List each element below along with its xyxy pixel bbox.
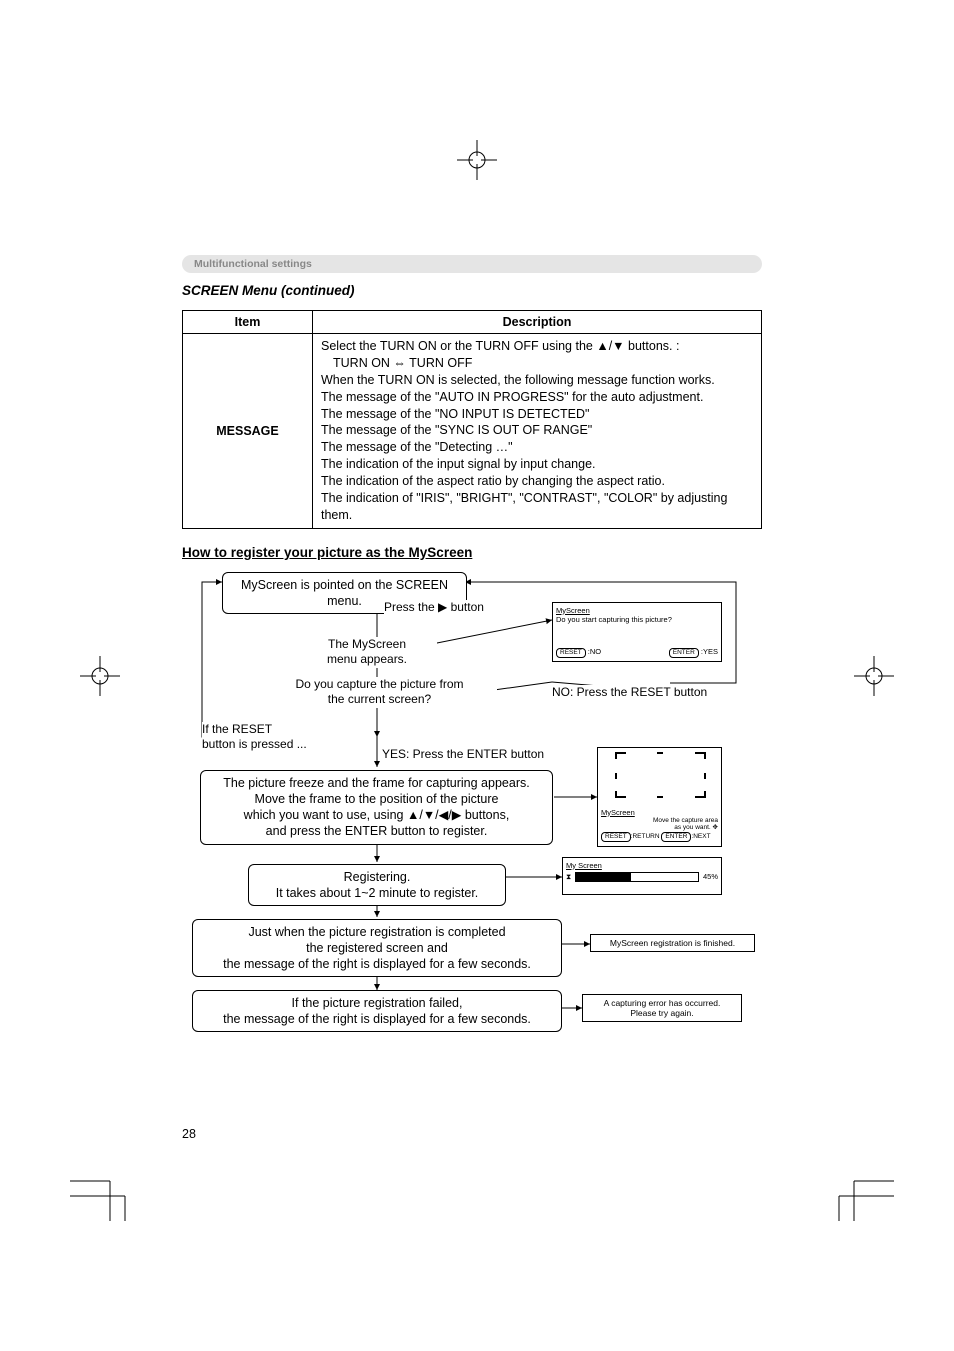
label-capture-question: Do you capture the picture from the curr… — [262, 677, 497, 708]
b4b: the registered screen and — [306, 941, 448, 955]
crop-mark-right — [854, 656, 894, 696]
ui1-title: MyScreen — [556, 606, 718, 615]
capture-frame-icon — [601, 751, 720, 806]
label-no-reset: NO: Press the RESET button — [552, 685, 707, 701]
label-if-reset: If the RESET button is pressed ... — [202, 722, 307, 753]
page-content: Multifunctional settings SCREEN Menu (co… — [182, 255, 762, 1057]
ui-dialog-finished: MyScreen registration is finished. — [590, 934, 755, 952]
label-yes-enter: YES: Press the ENTER button — [382, 747, 544, 763]
ui5b: Please try again. — [630, 1008, 693, 1018]
ui1-line: Do you start capturing this picture? — [556, 615, 718, 624]
page-number: 28 — [182, 1127, 196, 1141]
b4c: the message of the right is displayed fo… — [223, 957, 531, 971]
reset-btn-icon: RESET — [556, 648, 586, 658]
section-title: How to register your picture as the MySc… — [182, 545, 762, 560]
section-header: Multifunctional settings — [182, 255, 762, 273]
desc-1a: Select the TURN ON or the TURN OFF using… — [321, 339, 596, 353]
ui3-title: My Screen — [566, 861, 718, 870]
desc-10: The indication of "IRIS", "BRIGHT", "CON… — [321, 491, 727, 522]
settings-table: Item Description MESSAGE Select the TURN… — [182, 310, 762, 529]
progress-bar — [575, 872, 699, 882]
b2c-a: which you want to use, using — [244, 808, 407, 822]
label-myscreen-menu: The MyScreen menu appears. — [297, 637, 437, 668]
up-down-icon: ▲/▼ — [596, 339, 624, 353]
l-cap1: Do you capture the picture from — [295, 677, 463, 691]
desc-4: The message of the "AUTO IN PROGRESS" fo… — [321, 390, 703, 404]
enter-btn-icon2: ENTER — [661, 832, 691, 842]
label-press-right: Press the ▶ button — [384, 600, 484, 616]
crop-mark-left — [80, 656, 120, 696]
b2c-b: buttons, — [461, 808, 509, 822]
desc-7: The message of the "Detecting …" — [321, 440, 513, 454]
desc-2: TURN ON ⇔ TURN OFF — [321, 355, 753, 372]
b4a: Just when the picture registration is co… — [248, 925, 505, 939]
ui3-pct: 45% — [703, 872, 718, 881]
ui2-title: MyScreen — [601, 808, 718, 817]
ui2-return: :RETURN — [631, 833, 660, 840]
ui2-next: :NEXT — [691, 833, 710, 840]
desc-3: When the TURN ON is selected, the follow… — [321, 373, 715, 387]
b3a: Registering. — [344, 870, 411, 884]
flow-box-registering: Registering. It takes about 1~2 minute t… — [248, 864, 506, 907]
flow-box-completed: Just when the picture registration is co… — [192, 919, 562, 978]
crop-mark-bottom-right — [834, 1161, 894, 1221]
th-item: Item — [183, 311, 313, 334]
ui-dialog-error: A capturing error has occurred. Please t… — [582, 994, 742, 1022]
ui1-no: RESET :NO — [556, 647, 601, 658]
enter-btn-icon: ENTER — [669, 648, 699, 658]
move-arrows-icon: ✥ — [713, 824, 718, 831]
desc-9: The indication of the aspect ratio by ch… — [321, 474, 665, 488]
ui5a: A capturing error has occurred. — [604, 998, 721, 1008]
lr2: button is pressed ... — [202, 737, 307, 751]
ui1-yes: ENTER :YES — [669, 647, 718, 658]
ui2-l2: as you want. — [674, 824, 711, 831]
b5a: If the picture registration failed, — [292, 996, 463, 1010]
crop-mark-top — [457, 140, 497, 180]
desc-8: The indication of the input signal by in… — [321, 457, 596, 471]
td-item: MESSAGE — [183, 334, 313, 529]
b2b: Move the frame to the position of the pi… — [255, 792, 499, 806]
ui2-l1: Move the capture area — [653, 817, 718, 824]
b5b: the message of the right is displayed fo… — [223, 1012, 531, 1026]
l-myscreen2: menu appears. — [327, 652, 407, 666]
b2a: The picture freeze and the frame for cap… — [223, 776, 529, 790]
flow-box-failed: If the picture registration failed, the … — [192, 990, 562, 1033]
desc-6: The message of the "SYNC IS OUT OF RANGE… — [321, 423, 592, 437]
l-cap2: the current screen? — [328, 692, 431, 706]
flow-box-capture: The picture freeze and the frame for cap… — [200, 770, 553, 845]
lr1: If the RESET — [202, 722, 272, 736]
ui-dialog-progress: My Screen ⧗ 45% — [562, 857, 722, 895]
b2d: and press the ENTER button to register. — [266, 824, 488, 838]
th-desc: Description — [313, 311, 762, 334]
crop-mark-bottom-left — [70, 1161, 130, 1221]
arrows-icon: ▲/▼/◀/▶ — [407, 808, 461, 822]
reset-btn-icon2: RESET — [601, 832, 631, 842]
l-myscreen1: The MyScreen — [328, 637, 406, 651]
flowchart: MyScreen is pointed on the SCREEN menu. … — [182, 572, 762, 1057]
page-subtitle: SCREEN Menu (continued) — [182, 283, 762, 298]
hourglass-icon: ⧗ — [566, 872, 571, 881]
ui-dialog-start: MyScreen Do you start capturing this pic… — [552, 602, 722, 662]
ui-dialog-move: MyScreen Move the capture area as you wa… — [597, 747, 722, 847]
desc-5: The message of the "NO INPUT IS DETECTED… — [321, 407, 589, 421]
desc-1b: buttons. : — [625, 339, 680, 353]
b3b: It takes about 1~2 minute to register. — [276, 886, 479, 900]
td-description: Select the TURN ON or the TURN OFF using… — [313, 334, 762, 529]
